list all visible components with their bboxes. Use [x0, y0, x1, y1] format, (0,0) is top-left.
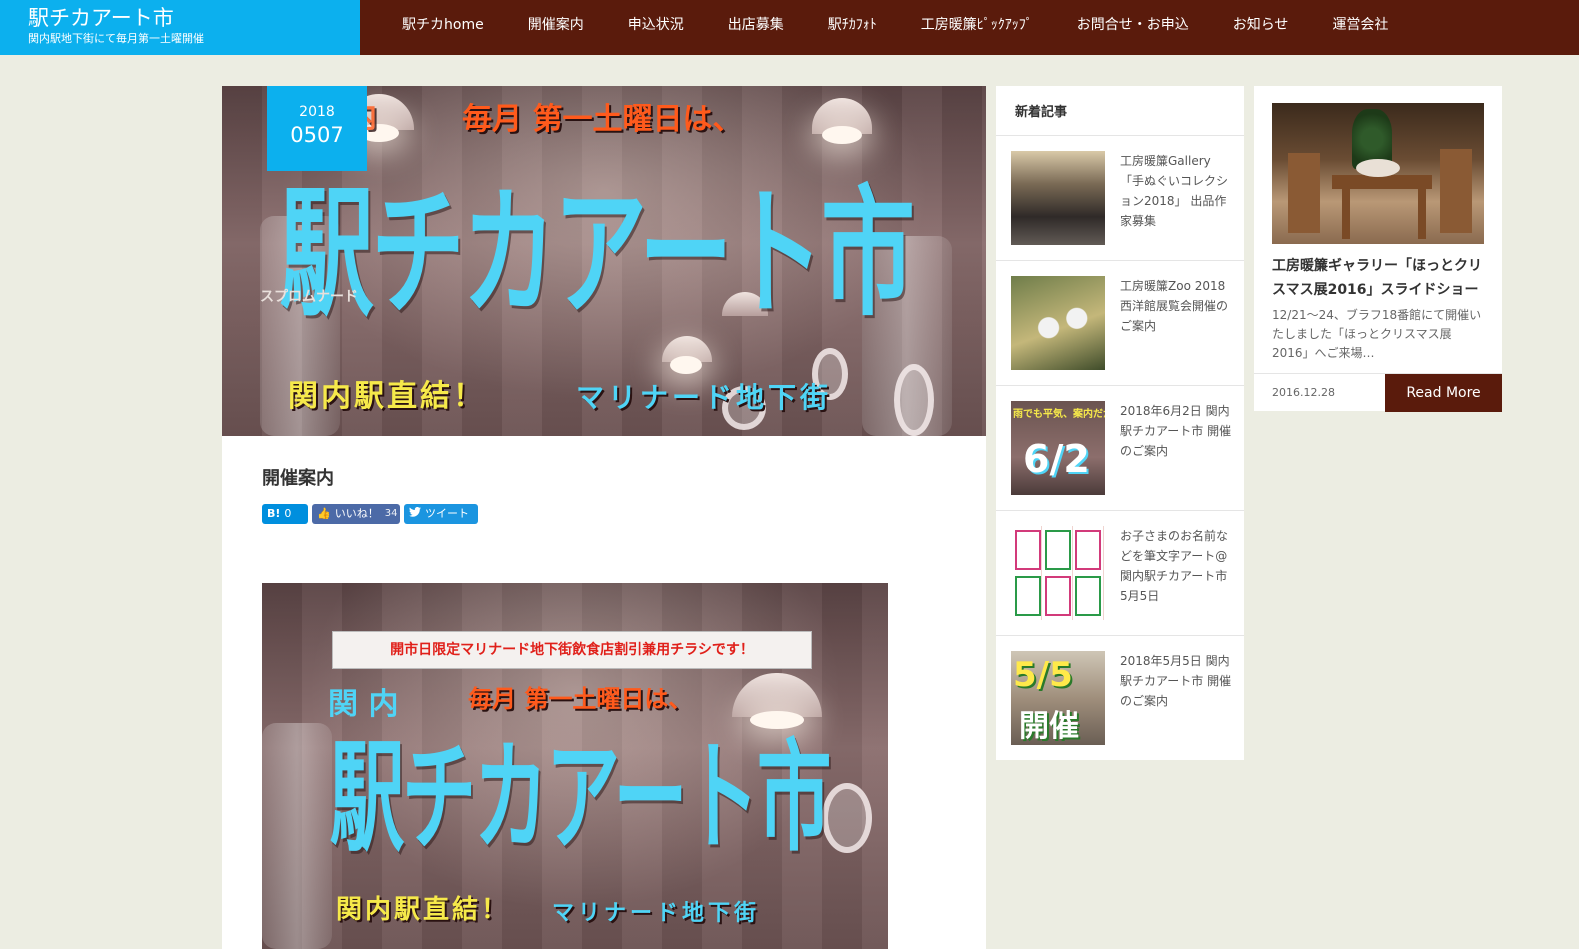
post-title: 開催案内 — [262, 468, 334, 489]
share-buttons: B! 0 👍 いいね！ 34 ツイート — [262, 504, 478, 524]
lamp-glow — [670, 356, 702, 374]
card-shape — [1015, 530, 1041, 570]
article: 関内 毎月 第一土曜日は、 駅チカアート市 スプロムナード 関内駅直結！ マリナ… — [222, 86, 986, 949]
poster-big-title: 駅チカアート市 — [280, 172, 915, 336]
site-brand[interactable]: 駅チカアート市 関内駅地下街にて毎月第一土曜開催 — [0, 0, 360, 55]
post-thumbnail[interactable]: 雨でも平気、案内だか 6/2 — [1011, 401, 1105, 495]
porthole-shape — [894, 364, 934, 436]
featured-post-footer: 2016.12.28 Read More — [1254, 373, 1502, 412]
hatena-icon: B! — [267, 507, 281, 520]
post-link[interactable]: お子さまのお名前などを筆文字アート@関内駅チカアート市5月5日 — [1120, 526, 1234, 606]
recent-posts-widget: 新着記事 工房暖簾Gallery「手ぬぐいコレクション2018」 出品作家募集 … — [996, 86, 1244, 760]
plate-shape — [1356, 159, 1400, 177]
hatena-count: 0 — [284, 507, 292, 520]
poster-cyan: マリナード地下街 — [576, 381, 833, 414]
flyer-big-title: 駅チカアート市 — [330, 727, 831, 868]
featured-post-card: 工房暖簾ギャラリー「ほっとクリスマス展2016」スライドショー 12/21～24… — [1254, 86, 1502, 412]
chair-shape — [1440, 149, 1472, 233]
featured-post-image[interactable] — [1272, 103, 1484, 244]
site-header: 駅チカアート市 関内駅地下街にて毎月第一土曜開催 駅チカhome 開催案内 申込… — [0, 0, 1579, 55]
lamp-glow — [822, 126, 862, 144]
list-item[interactable]: 工房暖簾Gallery「手ぬぐいコレクション2018」 出品作家募集 — [996, 136, 1244, 261]
poster-line1: 毎月 第一土曜日は、 — [462, 102, 743, 137]
nav-item-photos[interactable]: 駅ﾁｶﾌｫﾄ — [806, 0, 899, 55]
flyer-banner: 開市日限定マリナード地下街飲食店割引兼用チラシです！ — [332, 631, 812, 669]
card-shape — [1075, 576, 1101, 616]
card-shape — [1045, 576, 1071, 616]
poster-yellow: 関内駅直結！ — [288, 379, 486, 414]
tweet-label: ツイート — [425, 507, 469, 520]
like-count: 34 — [384, 508, 398, 519]
featured-post-title[interactable]: 工房暖簾ギャラリー「ほっとクリスマス展2016」スライドショー — [1272, 254, 1486, 302]
pillar-shape — [262, 723, 332, 949]
nav-item-pickup[interactable]: 工房暖簾ﾋﾟｯｸｱｯﾌﾟ — [899, 0, 1055, 55]
facebook-like-button[interactable]: 👍 いいね！ 34 — [312, 504, 400, 524]
flyer-cyan: マリナード地下街 — [552, 901, 761, 926]
list-item[interactable]: お子さまのお名前などを筆文字アート@関内駅チカアート市5月5日 — [996, 511, 1244, 636]
post-link[interactable]: 工房暖簾Zoo 2018 西洋館展覧会開催のご案内 — [1120, 276, 1237, 336]
thumb-caption: 雨でも平気、案内だか — [1013, 409, 1105, 420]
card-shape — [1045, 530, 1071, 570]
list-item[interactable]: 5/5 開催 2018年5月5日 関内駅チカアート市 開催のご案内 — [996, 636, 1244, 761]
nav-item-vendors[interactable]: 出店募集 — [706, 0, 806, 55]
featured-post-excerpt: 12/21～24、ブラフ18番館にて開催いたしました「ほっとクリスマス展2016… — [1272, 308, 1482, 360]
list-item[interactable]: 雨でも平気、案内だか 6/2 2018年6月2日 関内駅チカアート市 開催のご案… — [996, 386, 1244, 511]
nav-item-news[interactable]: お知らせ — [1211, 0, 1311, 55]
twitter-bird-icon — [409, 504, 421, 524]
nav-item-contact[interactable]: お問合せ・お申込 — [1055, 0, 1211, 55]
post-thumbnail[interactable] — [1011, 526, 1105, 620]
flyer-yellow: 関内駅直結！ — [336, 895, 511, 925]
post-thumbnail[interactable] — [1011, 276, 1105, 370]
nav-item-applications[interactable]: 申込状況 — [606, 0, 706, 55]
list-item[interactable]: 工房暖簾Zoo 2018 西洋館展覧会開催のご案内 — [996, 261, 1244, 386]
post-thumbnail[interactable] — [1011, 151, 1105, 245]
table-leg-shape — [1342, 189, 1350, 239]
date-year: 2018 — [299, 104, 335, 120]
date-badge: 2018 0507 — [267, 86, 367, 171]
post-link[interactable]: 2018年6月2日 関内駅チカアート市 開催のご案内 — [1120, 401, 1234, 461]
flyer-image: 開市日限定マリナード地下街飲食店割引兼用チラシです！ 関 内 毎月 第一土曜日は… — [262, 583, 888, 949]
thumb-date-label: 6/2 — [1023, 437, 1090, 481]
site-subtitle: 関内駅地下街にて毎月第一土曜開催 — [28, 32, 204, 45]
tweet-button[interactable]: ツイート — [404, 504, 478, 524]
table-leg-shape — [1418, 189, 1426, 239]
card-shape — [1075, 530, 1101, 570]
nav-item-home[interactable]: 駅チカhome — [380, 0, 506, 55]
thumb-caption: 開催 — [1019, 709, 1079, 744]
poster-side-text: スプロムナード — [260, 289, 358, 305]
thumb-date-label: 5/5 — [1013, 655, 1073, 695]
featured-post-date: 2016.12.28 — [1272, 386, 1335, 399]
read-more-button[interactable]: Read More — [1385, 374, 1502, 412]
nav-item-company[interactable]: 運営会社 — [1310, 0, 1410, 55]
chair-shape — [1288, 153, 1320, 233]
card-shape — [1015, 576, 1041, 616]
main-nav: 駅チカhome 開催案内 申込状況 出店募集 駅ﾁｶﾌｫﾄ 工房暖簾ﾋﾟｯｸｱｯ… — [380, 0, 1410, 55]
like-label: いいね！ — [334, 507, 379, 520]
recent-posts-heading: 新着記事 — [996, 86, 1244, 136]
post-thumbnail[interactable]: 5/5 開催 — [1011, 651, 1105, 745]
date-month-day: 0507 — [290, 123, 344, 147]
thumbs-up-icon: 👍 — [317, 507, 331, 520]
table-shape — [1332, 175, 1432, 189]
post-link[interactable]: 工房暖簾Gallery「手ぬぐいコレクション2018」 出品作家募集 — [1120, 151, 1234, 231]
hatena-bookmark-button[interactable]: B! 0 — [262, 504, 308, 524]
flyer-kannai: 関 内 — [328, 687, 399, 722]
flyer-line1: 毎月 第一土曜日は、 — [468, 685, 693, 713]
post-link[interactable]: 2018年5月5日 関内駅チカアート市 開催のご案内 — [1120, 651, 1234, 711]
site-title[interactable]: 駅チカアート市 — [28, 6, 360, 30]
porthole-shape — [822, 783, 872, 853]
nav-item-events[interactable]: 開催案内 — [506, 0, 606, 55]
